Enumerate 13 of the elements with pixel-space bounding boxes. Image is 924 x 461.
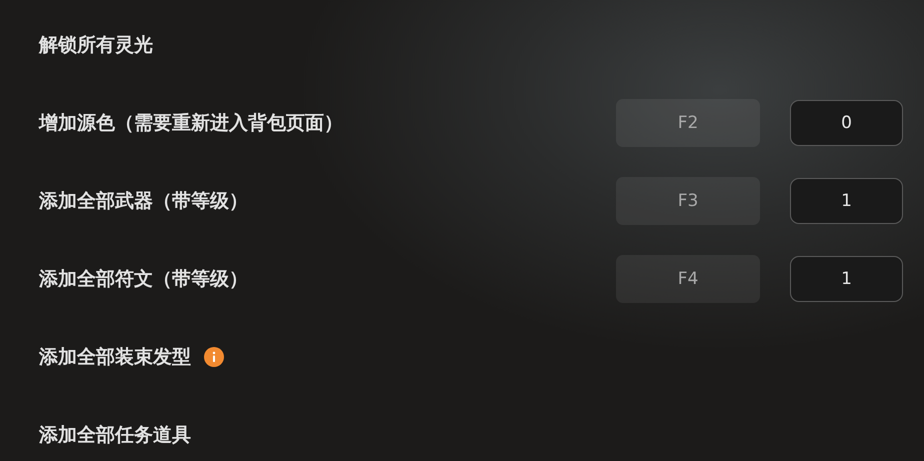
hotkey-button[interactable]: F4	[616, 255, 760, 303]
option-label: 增加源色（需要重新进入背包页面）	[39, 111, 343, 136]
hotkey-button[interactable]: F2	[616, 99, 760, 147]
value-field[interactable]: 0	[790, 100, 903, 146]
info-icon[interactable]	[204, 347, 224, 367]
option-label: 添加全部符文（带等级）	[39, 267, 248, 292]
option-label: 解锁所有灵光	[39, 33, 153, 58]
value-field[interactable]: 1	[790, 178, 903, 224]
option-label: 添加全部装束发型	[39, 345, 191, 370]
hotkey-button[interactable]: F3	[616, 177, 760, 225]
option-label: 添加全部武器（带等级）	[39, 189, 248, 214]
option-label: 添加全部任务道具	[39, 423, 191, 448]
value-field[interactable]: 1	[790, 256, 903, 302]
